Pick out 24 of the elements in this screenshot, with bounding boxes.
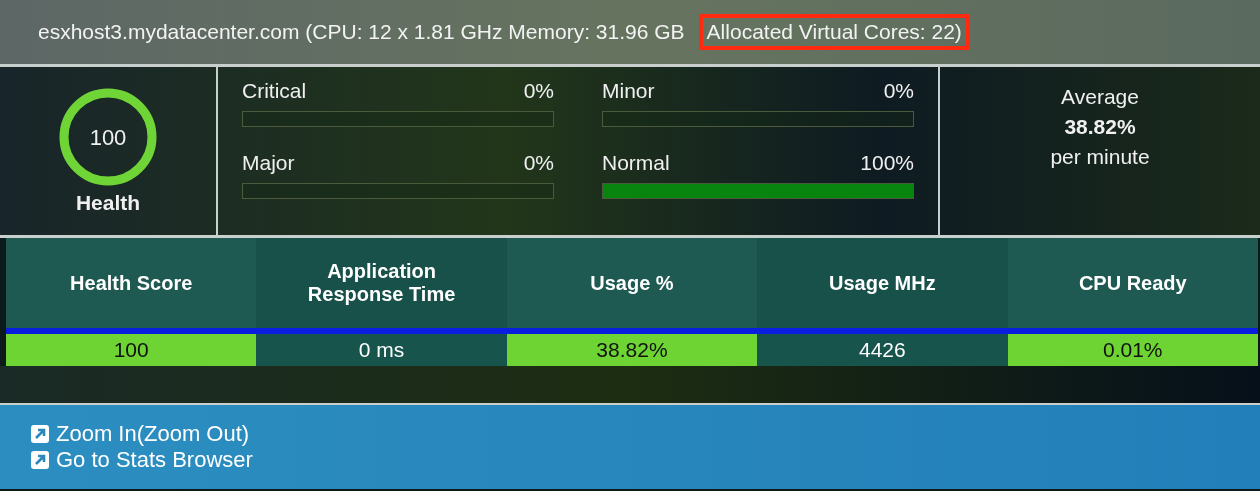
external-link-icon [30, 450, 50, 470]
column-header: CPU Ready [1007, 238, 1258, 331]
host-info: esxhost3.mydatacenter.com (CPU: 12 x 1.81 GHz Memory: 31.96 GB [37, 19, 686, 45]
alarm-percent: 0% [523, 151, 554, 175]
alarm-label: Normal [602, 151, 670, 175]
allocated-cores: Allocated Virtual Cores: 22) [698, 14, 970, 50]
column-header: Usage MHz [757, 238, 1008, 331]
footer-link[interactable]: Go to Stats Browser [30, 447, 253, 473]
average-value: 38.82% [1064, 115, 1136, 139]
footer-link[interactable]: Zoom In(Zoom Out) [30, 421, 250, 447]
alarm-percent: 0% [883, 79, 914, 103]
health-score: 100 [89, 125, 127, 150]
alarm-label: Minor [602, 79, 655, 103]
alarm-label: Critical [242, 79, 307, 103]
alarm-label: Major [242, 151, 295, 175]
column-header: Usage % [506, 238, 758, 331]
alarm-percent: 100% [860, 151, 914, 175]
average-unit: per minute [1050, 145, 1150, 169]
external-link-icon [30, 424, 50, 444]
average-title: Average [1061, 85, 1139, 109]
alarm-percent: 0% [523, 79, 554, 103]
column-header: Health Score [6, 238, 257, 331]
column-header: Application Response Time [256, 238, 507, 331]
health-label: Health [75, 191, 141, 215]
